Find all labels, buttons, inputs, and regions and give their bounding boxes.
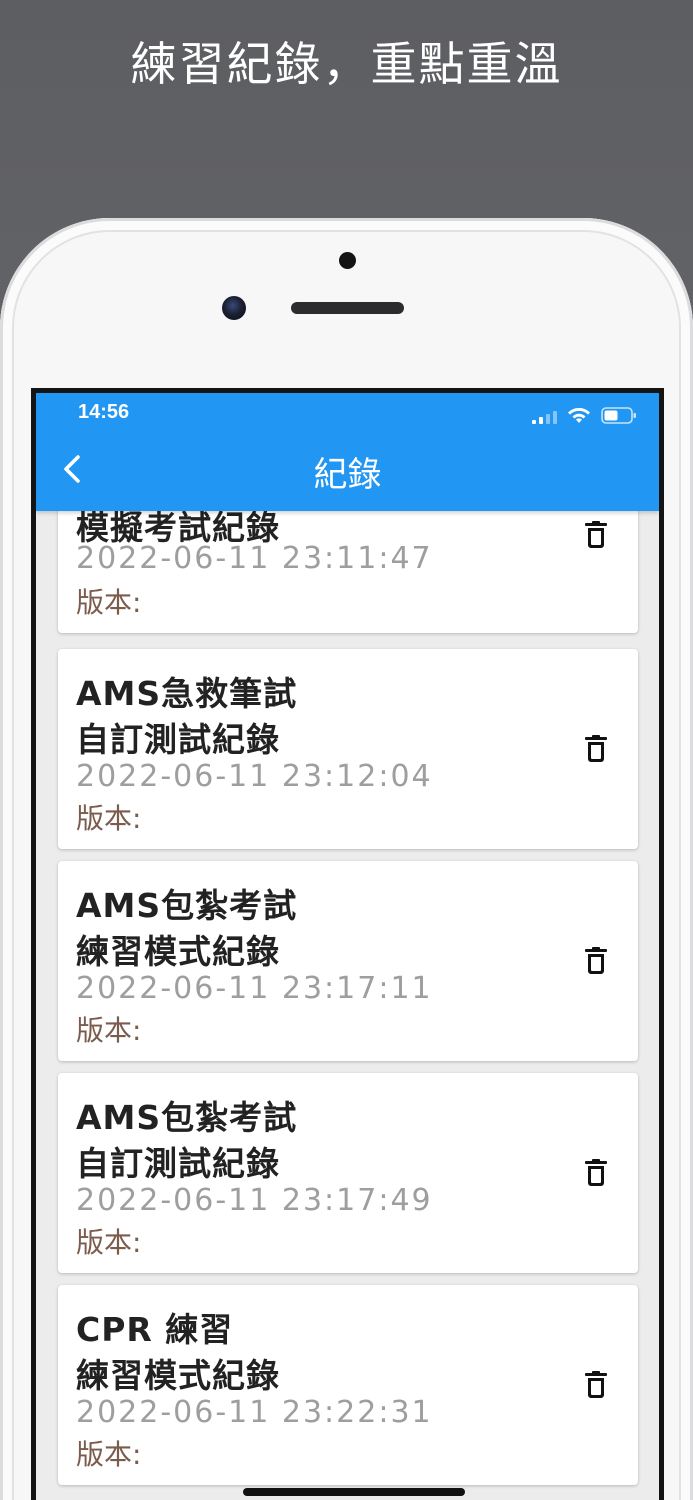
trash-icon xyxy=(585,1159,607,1186)
front-camera xyxy=(222,296,246,320)
record-title: AMS包紮考試 xyxy=(76,1098,298,1137)
app-header: 14:56 紀錄 xyxy=(36,393,659,511)
record-version: 版本: xyxy=(76,1014,142,1047)
delete-button[interactable] xyxy=(578,731,614,767)
record-date: 2022-06-11 23:12:04 xyxy=(76,759,433,794)
record-version: 版本: xyxy=(76,1438,142,1471)
record-date: 2022-06-11 23:22:31 xyxy=(76,1395,433,1430)
record-title: AMS包紮考試 xyxy=(76,886,298,925)
record-version: 版本: xyxy=(76,802,142,835)
record-card[interactable]: AMS急救筆試 自訂測試紀錄 2022-06-11 23:12:04 版本: xyxy=(58,649,638,849)
record-card[interactable]: AMS包紮考試 練習模式紀錄 2022-06-11 23:17:11 版本: xyxy=(58,861,638,1061)
status-icons xyxy=(532,407,637,424)
signal-icon xyxy=(532,410,557,424)
promo-caption: 練習紀錄，重點重溫 xyxy=(130,37,563,91)
record-version: 版本: xyxy=(76,1226,142,1259)
app-view: 模擬考試紀錄 2022-06-11 23:11:47 版本: AMS急救筆試 自… xyxy=(36,393,659,1500)
record-title: CPR 練習 xyxy=(76,1310,234,1349)
record-title: AMS急救筆試 xyxy=(76,674,298,713)
delete-button[interactable] xyxy=(578,1367,614,1403)
record-subtitle: 自訂測試紀錄 xyxy=(76,1144,280,1183)
record-subtitle: 練習模式紀錄 xyxy=(76,932,280,971)
delete-button[interactable] xyxy=(578,1155,614,1191)
record-subtitle: 自訂測試紀錄 xyxy=(76,720,280,759)
home-indicator[interactable] xyxy=(243,1488,465,1496)
status-time: 14:56 xyxy=(78,401,130,423)
record-date: 2022-06-11 23:11:47 xyxy=(76,541,433,576)
trash-icon xyxy=(585,735,607,762)
delete-button[interactable] xyxy=(578,517,614,553)
record-card[interactable]: CPR 練習 練習模式紀錄 2022-06-11 23:22:31 版本: xyxy=(58,1285,638,1485)
phone-screen: 模擬考試紀錄 2022-06-11 23:11:47 版本: AMS急救筆試 自… xyxy=(31,388,664,1500)
front-sensor xyxy=(339,252,356,269)
battery-icon xyxy=(601,407,636,424)
record-card[interactable]: AMS包紮考試 自訂測試紀錄 2022-06-11 23:17:49 版本: xyxy=(58,1073,638,1273)
wifi-icon xyxy=(568,408,590,423)
trash-icon xyxy=(585,947,607,974)
delete-button[interactable] xyxy=(578,943,614,979)
earpiece-speaker xyxy=(291,302,404,314)
record-date: 2022-06-11 23:17:11 xyxy=(76,971,433,1006)
record-list[interactable]: 模擬考試紀錄 2022-06-11 23:11:47 版本: AMS急救筆試 自… xyxy=(36,393,659,1500)
record-subtitle: 練習模式紀錄 xyxy=(76,1356,280,1395)
record-version: 版本: xyxy=(76,586,142,619)
page-title: 紀錄 xyxy=(313,455,382,495)
trash-icon xyxy=(585,1371,607,1398)
trash-icon xyxy=(585,521,607,548)
record-date: 2022-06-11 23:17:49 xyxy=(76,1183,433,1218)
